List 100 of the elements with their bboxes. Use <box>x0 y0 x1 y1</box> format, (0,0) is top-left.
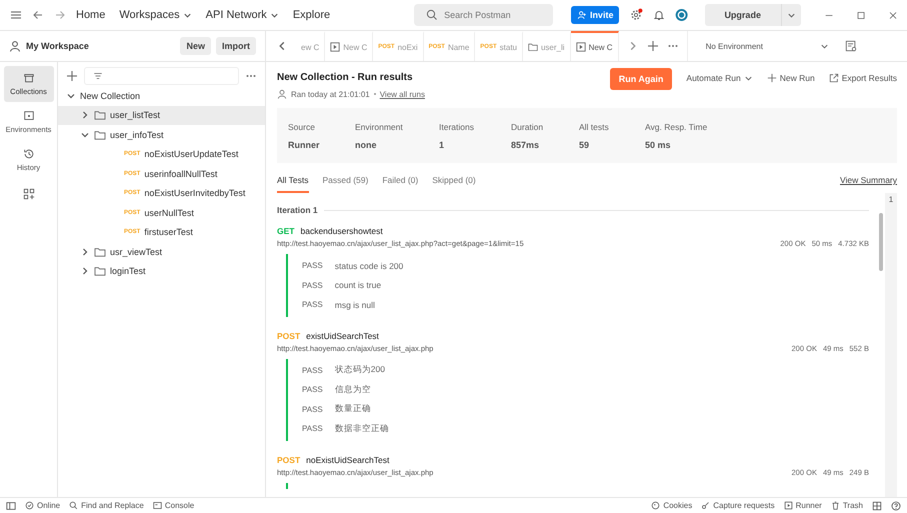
chevron-right-icon[interactable] <box>80 246 90 257</box>
view-all-runs-link[interactable]: View all runs <box>380 90 425 98</box>
tab-label: statu <box>500 42 517 52</box>
test-result: PASS <box>302 404 323 414</box>
tree-label: New Collection <box>80 90 140 101</box>
chevron-right-icon[interactable] <box>80 266 90 276</box>
tab-label: ew C <box>301 42 320 52</box>
test-name: 数据非空正确 <box>334 422 389 435</box>
test-result: PASS <box>302 385 323 394</box>
chevron-right-icon[interactable] <box>80 110 90 120</box>
help-icon[interactable] <box>891 500 901 510</box>
maximize-icon[interactable] <box>856 10 865 20</box>
test-result: PASS <box>302 300 323 310</box>
tree-label: noExistUserInvitedbyTest <box>144 188 246 198</box>
filter-tab[interactable]: Failed (0) <box>382 167 418 193</box>
environment-icon <box>22 110 34 122</box>
request-name: existUidSearchTest <box>306 330 379 340</box>
new-run-button[interactable]: New Run <box>766 68 815 83</box>
export-results-button[interactable]: Export Results <box>828 68 897 83</box>
test-result: PASS <box>302 280 323 290</box>
settings-icon[interactable] <box>629 8 644 22</box>
back-arrow-icon[interactable] <box>32 9 44 21</box>
console-icon <box>152 501 162 510</box>
status-bar-item[interactable]: Trash <box>830 501 863 510</box>
bell-icon[interactable] <box>653 9 666 21</box>
folder-icon <box>94 130 106 140</box>
environment-dropdown[interactable]: No Environment <box>686 31 837 61</box>
method-label: GET <box>277 226 294 236</box>
tree-item[interactable]: loginTest <box>58 262 265 281</box>
test-name: status code is 200 <box>334 260 404 271</box>
tree-label: user_infoTest <box>110 130 164 140</box>
workspace-button[interactable]: Import <box>216 37 256 55</box>
test-result: PASS <box>302 366 323 375</box>
history-icon <box>22 148 34 160</box>
filter-field[interactable] <box>84 67 239 85</box>
iteration-label: Iteration 1 <box>277 205 318 215</box>
environment-quick-look-icon[interactable] <box>844 40 857 52</box>
test-name: 数量正确 <box>334 403 371 416</box>
invite-button[interactable]: Invite <box>570 6 620 24</box>
plus-icon <box>766 73 777 83</box>
scrollbar-thumb[interactable] <box>879 213 883 271</box>
test-name: 状态码为200 <box>334 364 385 376</box>
cookie-icon <box>651 501 660 510</box>
workspace-button[interactable]: New <box>180 37 211 55</box>
automate-run-button[interactable]: Automate Run <box>686 68 753 83</box>
play-icon <box>330 42 340 52</box>
stat-value: none <box>355 140 378 150</box>
test-name: 信息为空 <box>334 384 371 396</box>
tab-label: New C <box>588 42 613 52</box>
filter-tab[interactable]: Skipped (0) <box>432 167 476 193</box>
close-icon[interactable] <box>888 10 897 20</box>
stat-label: Duration <box>511 122 544 132</box>
add-widget-icon[interactable] <box>22 188 34 200</box>
stat-value: 50 ms <box>645 140 672 150</box>
status-bar-item[interactable]: Find and Replace <box>69 501 144 510</box>
run-title: New Collection - Run results <box>277 72 414 83</box>
status-bar-item[interactable]: Console <box>152 501 194 510</box>
view-summary-link[interactable]: View Summary <box>840 175 897 185</box>
export-icon <box>828 73 839 83</box>
folder-icon <box>94 246 106 257</box>
request-tab[interactable]: New C <box>570 31 619 61</box>
tree-item[interactable]: usr_viewTest <box>58 242 265 262</box>
tree-item[interactable]: New Collection <box>58 86 265 106</box>
nav-link[interactable]: API Network <box>206 9 279 21</box>
iteration-marker[interactable]: 1 <box>885 195 897 204</box>
plus-icon[interactable] <box>66 70 78 82</box>
folder-icon <box>94 110 106 120</box>
status-bar-item[interactable]: Capture requests <box>701 501 775 510</box>
method-label: POST <box>277 330 300 340</box>
capture-icon <box>701 501 710 510</box>
status-bar-item[interactable]: Runner <box>784 501 822 510</box>
stat-label: Environment <box>355 122 404 132</box>
test-name: msg is null <box>334 300 375 310</box>
menu-icon[interactable] <box>10 9 22 21</box>
layout-icon[interactable] <box>872 500 882 510</box>
status-bar-item[interactable]: Online <box>25 501 60 510</box>
plus-icon[interactable] <box>646 40 659 52</box>
stat-label: Avg. Resp. Time <box>645 122 708 132</box>
tree-item[interactable]: user_infoTest <box>58 125 265 144</box>
stat-label: All tests <box>579 122 610 132</box>
search-field[interactable]: Search Postman <box>414 4 553 26</box>
filter-tab[interactable]: Passed (59) <box>322 167 368 193</box>
nav-link[interactable]: Explore <box>292 9 330 21</box>
status-bar-item[interactable]: Cookies <box>651 501 692 510</box>
stat-label: Source <box>288 122 316 132</box>
sidebar-toggle-icon[interactable] <box>6 500 16 510</box>
folder-icon <box>94 266 106 276</box>
tab-label: Name <box>448 42 470 52</box>
separator-dot <box>374 93 376 95</box>
tree-label: usr_viewTest <box>110 246 162 257</box>
tree-label: firstuserTest <box>144 227 193 238</box>
filter-tab[interactable]: All Tests <box>277 167 308 193</box>
check-circle-icon <box>25 501 34 510</box>
nav-link[interactable]: Workspaces <box>119 9 192 21</box>
trash-icon <box>830 501 840 510</box>
tree-item[interactable]: user_listTest <box>58 106 265 125</box>
nav-link[interactable]: Home <box>76 9 106 21</box>
tree-label: user_listTest <box>110 110 160 120</box>
tree-label: noExistUserUpdateTest <box>144 149 238 160</box>
avatar-icon[interactable] <box>675 6 689 24</box>
